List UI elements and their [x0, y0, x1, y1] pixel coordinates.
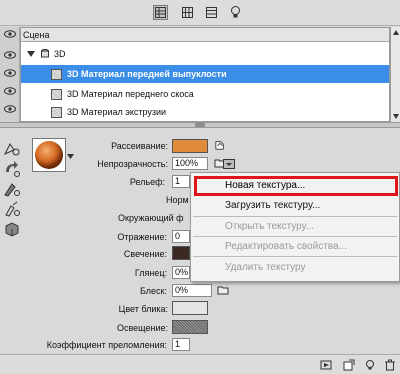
- scene-header-label: Сцена: [23, 29, 50, 40]
- scene-item-label: 3D Материал передней выпуклости: [67, 69, 227, 79]
- drop-material-tool-icon[interactable]: [2, 180, 22, 198]
- eye-icon[interactable]: [4, 69, 16, 77]
- material-preview[interactable]: [32, 138, 66, 172]
- material-sphere-icon: [35, 141, 63, 169]
- eye-icon[interactable]: [4, 51, 16, 59]
- shine-field[interactable]: 0%: [172, 284, 212, 297]
- trash-icon[interactable]: [384, 359, 396, 371]
- new-item-icon[interactable]: [343, 359, 355, 371]
- menu-separator: [193, 256, 397, 257]
- scene-header: Сцена: [21, 28, 389, 42]
- select-material-tool-icon[interactable]: [2, 140, 22, 158]
- illumination-label: Освещение:: [117, 323, 168, 333]
- scroll-up-icon[interactable]: [392, 29, 400, 37]
- visibility-column: [0, 27, 20, 122]
- material-icon: [51, 68, 62, 80]
- relief-field[interactable]: 1: [172, 175, 190, 188]
- reflection-label: Отражение:: [117, 232, 167, 242]
- light-icon[interactable]: [228, 5, 243, 20]
- render-icon[interactable]: [320, 359, 332, 371]
- resize-grip-icon[interactable]: [195, 123, 205, 127]
- gloss-field[interactable]: 0%: [172, 266, 190, 279]
- relief-label: Рельеф:: [129, 177, 165, 187]
- shine-label: Блеск:: [140, 286, 167, 296]
- light-toggle-icon[interactable]: [364, 359, 376, 371]
- open-texture-menu-icon[interactable]: [223, 159, 235, 169]
- mesh-icon[interactable]: [180, 5, 195, 20]
- scene-item-front-bevel[interactable]: 3D Материал переднего скоса: [21, 85, 389, 103]
- expand-triangle-icon[interactable]: [27, 51, 35, 57]
- scene-scrollbar[interactable]: [390, 27, 400, 122]
- scene-item-label: 3D Материал переднего скоса: [67, 89, 194, 99]
- menu-item-remove-texture: Удалить текстуру: [225, 262, 306, 273]
- specular-label: Цвет блика:: [118, 304, 168, 314]
- material-icon[interactable]: [204, 5, 219, 20]
- scene-item-label: 3D Материал экструзии: [67, 107, 167, 117]
- scene-root-row[interactable]: 3D: [21, 45, 389, 63]
- refraction-label: Коэффициент преломления:: [46, 340, 167, 350]
- scene-tree: Сцена 3D 3D Материал передней выпуклости…: [20, 27, 390, 122]
- illumination-color-swatch[interactable]: [172, 320, 208, 334]
- scroll-down-icon[interactable]: [392, 112, 400, 120]
- specular-color-swatch[interactable]: [172, 301, 208, 315]
- refraction-field[interactable]: 1: [172, 338, 190, 351]
- opacity-field[interactable]: 100%: [172, 157, 208, 170]
- opacity-label: Непрозрачность:: [97, 159, 168, 169]
- normals-label: Норм: [166, 195, 189, 205]
- cylinder-3d-icon: [41, 49, 49, 58]
- folder-icon[interactable]: [217, 285, 229, 295]
- eye-icon[interactable]: [4, 87, 16, 95]
- scene-panel: Сцена 3D 3D Материал передней выпуклости…: [0, 27, 400, 122]
- sample-material-tool-icon[interactable]: [2, 200, 22, 218]
- menu-item-load-texture[interactable]: Загрузить текстуру...: [225, 198, 320, 214]
- eye-icon[interactable]: [4, 30, 16, 38]
- material-icon: [51, 88, 62, 100]
- environment-label: Окружающий ф: [118, 213, 184, 223]
- eye-icon[interactable]: [4, 105, 16, 113]
- rotate-tool-icon[interactable]: [2, 160, 22, 178]
- panel-bottom-bar: [0, 354, 400, 374]
- menu-item-open-texture: Открыть текстуру...: [225, 221, 314, 232]
- menu-separator: [193, 236, 397, 237]
- scene-root-label: 3D: [54, 49, 66, 59]
- scene-item-front-inflation[interactable]: 3D Материал передней выпуклости: [21, 65, 389, 83]
- diffuse-color-swatch[interactable]: [172, 139, 208, 153]
- material-icon: [51, 106, 62, 118]
- texture-popup-menu: Новая текстура... Загрузить текстуру... …: [190, 172, 400, 282]
- preview-dropdown-icon[interactable]: [67, 154, 74, 160]
- panel-toolbar: [0, 0, 400, 26]
- reflection-field[interactable]: 0: [172, 230, 190, 243]
- glow-label: Свечение:: [123, 249, 167, 259]
- menu-item-new-texture[interactable]: Новая текстура...: [225, 178, 305, 194]
- scene-icon[interactable]: [153, 5, 168, 20]
- menu-separator: [193, 216, 397, 217]
- gloss-label: Глянец:: [134, 268, 167, 278]
- glow-color-swatch[interactable]: [172, 246, 190, 260]
- material-cube-tool-icon[interactable]: [2, 220, 22, 238]
- diffuse-label: Рассеивание:: [111, 141, 168, 151]
- menu-item-edit-properties: Редактировать свойства...: [225, 241, 347, 252]
- texture-file-icon[interactable]: [214, 140, 226, 150]
- scene-item-extrusion[interactable]: 3D Материал экструзии: [21, 103, 389, 121]
